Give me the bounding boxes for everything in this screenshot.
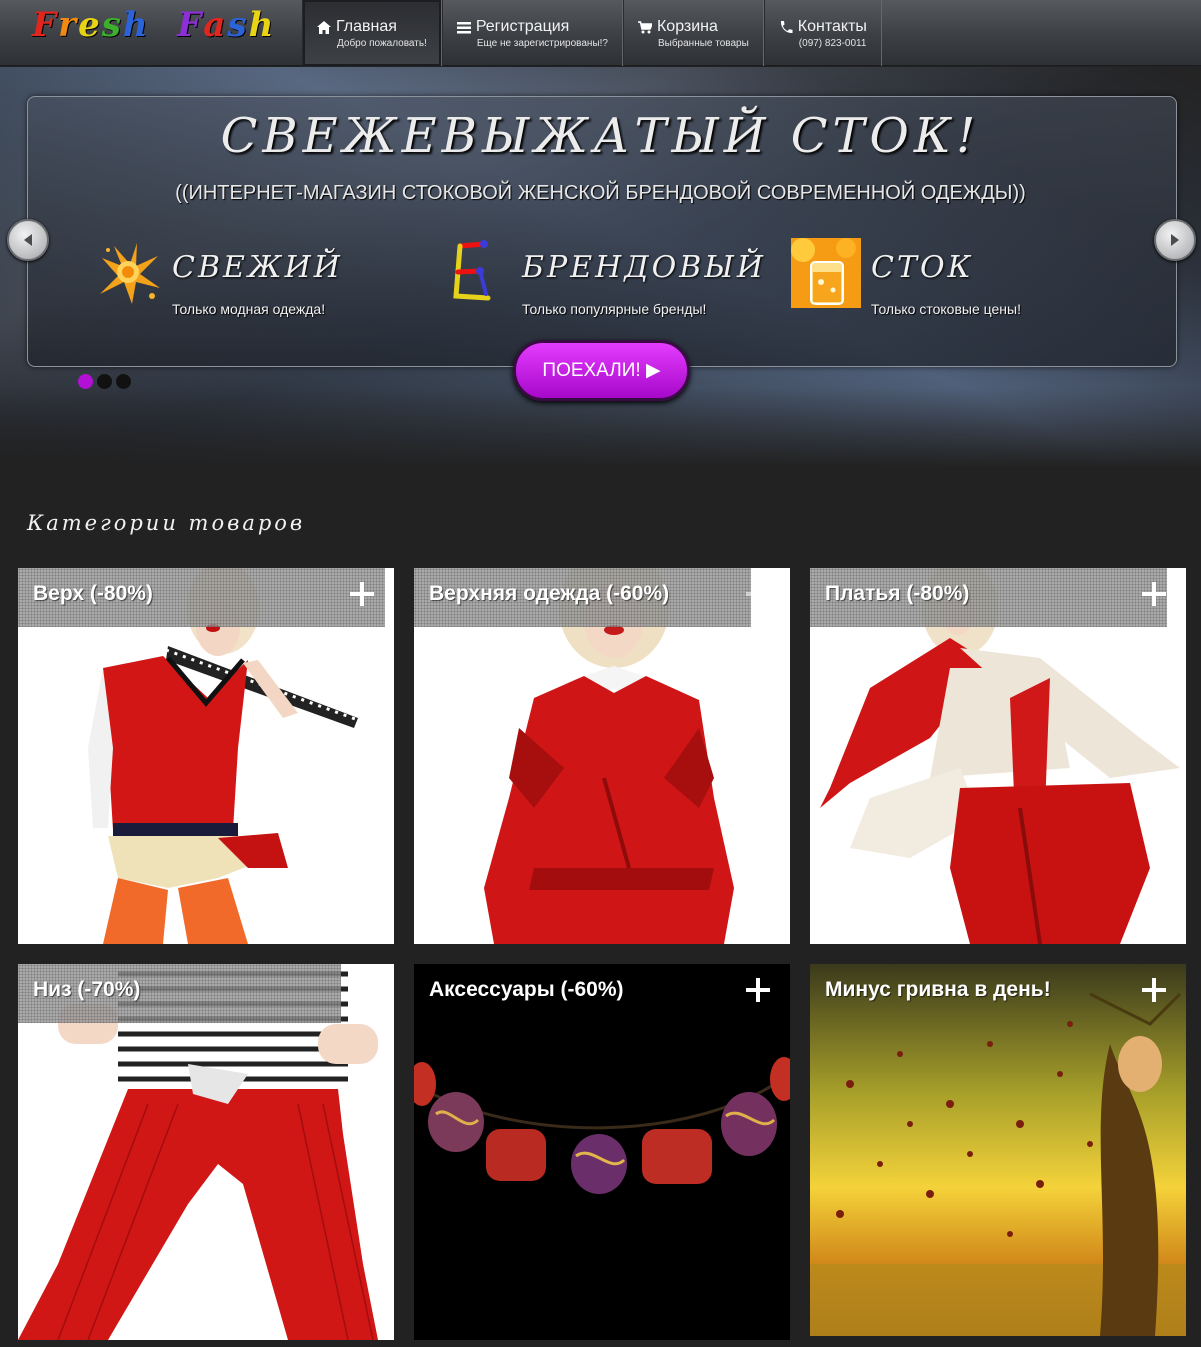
nav-item-cart[interactable]: Корзина Выбранные товары	[622, 0, 764, 66]
site-logo[interactable]: Fresh Fash	[32, 5, 275, 49]
nav-item-registration[interactable]: Регистрация Еще не зарегистрированы!?	[441, 0, 623, 66]
feature-description: Только популярные бренды!	[522, 301, 707, 317]
category-image	[414, 964, 790, 1340]
nav-item-contacts[interactable]: Контакты (097) 823-0011	[763, 0, 882, 66]
category-label: Верх (-80%)	[33, 582, 153, 605]
main-nav: Главная Добро пожаловать! Регистрация Ещ…	[302, 0, 882, 66]
plus-icon[interactable]	[1142, 978, 1166, 1002]
orange-splash-icon	[100, 243, 160, 304]
nav-item-subtitle: Выбранные товары	[657, 38, 749, 49]
feature-name: СВЕЖИЙ	[172, 250, 343, 285]
slider-dot[interactable]	[97, 374, 112, 389]
arrow-left-icon	[24, 234, 32, 246]
category-tile-daily-discount[interactable]: Минус гривна в день!	[810, 964, 1186, 1336]
plus-icon[interactable]	[746, 582, 770, 606]
plus-icon[interactable]	[350, 978, 374, 1002]
category-tile-dresses[interactable]: Платья (-80%)	[810, 568, 1186, 944]
category-label: Низ (-70%)	[33, 978, 141, 1001]
feature-description: Только стоковые цены!	[871, 301, 1021, 317]
slider-dot[interactable]	[78, 374, 93, 389]
hero-subtitle: ((ИНТЕРНЕТ-МАГАЗИН СТОКОВОЙ ЖЕНСКОЙ БРЕН…	[175, 182, 1026, 204]
phone-icon	[780, 20, 793, 33]
plus-icon[interactable]	[746, 978, 770, 1002]
arrow-right-icon	[1171, 234, 1179, 246]
nav-item-subtitle: Еще не зарегистрированы!?	[476, 38, 608, 49]
slider-pagination	[78, 374, 131, 389]
slider-dot[interactable]	[116, 374, 131, 389]
nav-item-label: Корзина	[656, 18, 718, 35]
slider-next-button[interactable]	[1154, 219, 1196, 261]
list-icon	[456, 21, 471, 33]
nav-item-home[interactable]: Главная Добро пожаловать!	[302, 0, 442, 66]
top-navigation-bar: Fresh Fash Главная Добро пожаловать! Рег…	[0, 0, 1201, 66]
go-button[interactable]: ПОЕХАЛИ! ▶	[513, 340, 690, 401]
nav-item-label: Главная	[336, 18, 397, 35]
feature-name: СТОК	[871, 250, 974, 285]
plus-icon[interactable]	[350, 582, 374, 606]
nav-item-label: Регистрация	[475, 18, 570, 35]
plus-icon[interactable]	[1142, 582, 1166, 606]
slider-prev-button[interactable]	[7, 219, 49, 261]
nav-item-label: Контакты	[797, 18, 867, 35]
feature-name: БРЕНДОВЫЙ	[522, 250, 767, 285]
cart-icon	[637, 20, 652, 33]
category-tile-bottoms[interactable]: Низ (-70%)	[18, 964, 394, 1340]
nav-item-subtitle: Добро пожаловать!	[337, 38, 427, 49]
category-label: Платья (-80%)	[825, 582, 970, 605]
category-tile-tops[interactable]: Верх (-80%)	[18, 568, 394, 944]
feature-description: Только модная одежда!	[172, 301, 326, 317]
brand-letter-icon	[453, 240, 491, 301]
category-image	[810, 964, 1186, 1336]
category-tile-outerwear[interactable]: Верхняя одежда (-60%)	[414, 568, 790, 944]
home-icon	[317, 20, 331, 34]
category-tile-accessories[interactable]: Аксессуары (-60%)	[414, 964, 790, 1340]
nav-item-subtitle: (097) 823-0011	[798, 38, 867, 49]
hero-title: СВЕЖЕВЫЖАТЫЙ СТОК!	[220, 108, 981, 164]
category-label: Верхняя одежда (-60%)	[429, 582, 670, 605]
category-label: Аксессуары (-60%)	[429, 978, 624, 1001]
categories-title: Категории товаров	[27, 511, 306, 535]
orange-juice-icon	[791, 238, 861, 308]
category-label: Минус гривна в день!	[825, 978, 1051, 1001]
